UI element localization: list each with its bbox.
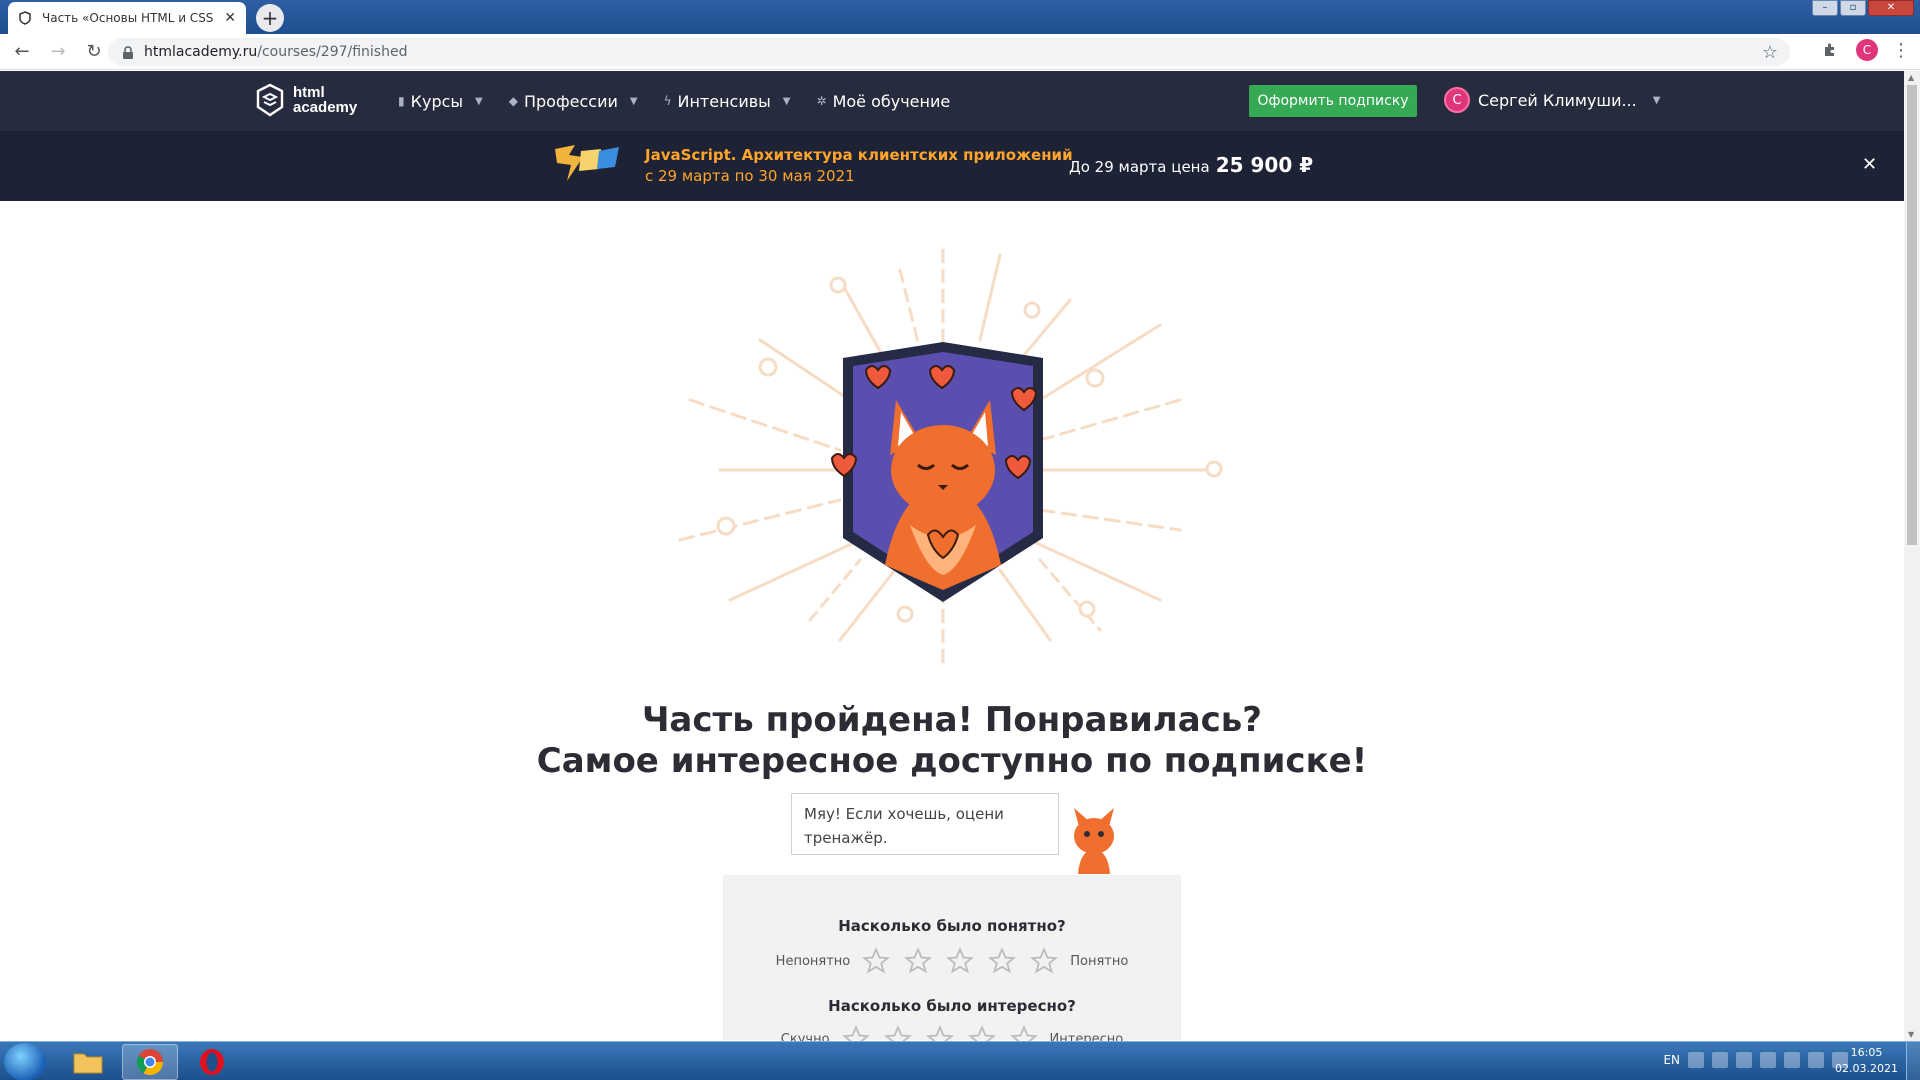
nav-professions[interactable]: ◆ Профессии ▼ <box>509 92 638 111</box>
nav-professions-label: Профессии <box>523 91 618 111</box>
chrome-icon[interactable] <box>122 1044 178 1080</box>
rating-q2-title: Насколько было интересно? <box>828 997 1076 1015</box>
rating-q1-low-label: Непонятно <box>775 953 851 969</box>
logo[interactable]: html academy <box>255 83 357 117</box>
star-icon[interactable] <box>988 947 1017 975</box>
forward-arrow-icon[interactable]: → <box>44 38 72 66</box>
site-header: html academy ▮ Курсы ▼ ◆ Профессии ▼ ϟ И… <box>0 71 1904 131</box>
rating-q1-stars <box>862 947 1059 975</box>
url-path: /courses/297/finished <box>257 44 408 60</box>
main-nav: ▮ Курсы ▼ ◆ Профессии ▼ ϟ Интенсивы ▼ ✲ … <box>398 71 950 131</box>
star-icon[interactable] <box>862 947 891 975</box>
windows-start-icon[interactable] <box>4 1043 46 1080</box>
nav-my-learning[interactable]: ✲ Моё обучение <box>817 92 951 111</box>
logo-text-line2: academy <box>293 99 358 116</box>
page-scrollbar[interactable]: ▲ ▼ <box>1904 71 1920 1041</box>
page-title: Часть пройдена! Понравилась? Самое интер… <box>0 700 1904 782</box>
browser-menu-icon[interactable]: ⋮ <box>1892 40 1910 61</box>
cat-drawing <box>885 400 1001 590</box>
nav-intensives-label: Интенсивы <box>677 91 771 111</box>
reload-icon[interactable]: ↻ <box>80 38 108 66</box>
tray-app-icon[interactable] <box>1688 1052 1704 1068</box>
avatar: С <box>1444 87 1470 113</box>
graduation-cap-icon: ◆ <box>508 94 518 108</box>
clock-time: 16:05 <box>1850 1046 1883 1059</box>
volume-icon[interactable] <box>1808 1052 1824 1068</box>
window-close-icon[interactable]: ✕ <box>1868 0 1914 16</box>
tray-app-icon[interactable] <box>1784 1052 1800 1068</box>
star-icon[interactable] <box>904 947 933 975</box>
chevron-down-icon: ▼ <box>475 95 483 107</box>
nav-my-learning-label: Моё обучение <box>832 91 951 111</box>
browser-tab[interactable]: Часть «Основы HTML и CSS» пр ✕ <box>8 2 246 34</box>
language-indicator[interactable]: EN <box>1663 1053 1680 1067</box>
scroll-up-icon[interactable]: ▲ <box>1908 73 1914 82</box>
promo-price-value: 25 900 ₽ <box>1215 153 1314 177</box>
tray-app-icon[interactable] <box>1736 1052 1752 1068</box>
logo-icon <box>256 83 284 117</box>
promo-banner[interactable]: JavaScript. Архитектура клиентских прило… <box>0 131 1904 201</box>
opera-icon[interactable] <box>184 1044 240 1080</box>
maximize-icon[interactable]: ▫ <box>1840 0 1866 16</box>
lightning-icon: ϟ <box>663 94 672 108</box>
chevron-down-icon: ▼ <box>629 95 638 107</box>
headline-line-2: Самое интересное доступно по подписке! <box>536 741 1368 781</box>
os-taskbar: EN 16:05 02.03.2021 <box>0 1041 1920 1080</box>
bars-icon: ▮ <box>398 94 405 108</box>
promo-price: До 29 марта цена 25 900 ₽ <box>1069 153 1313 177</box>
bookmark-star-icon[interactable]: ☆ <box>1762 42 1778 63</box>
nav-courses[interactable]: ▮ Курсы ▼ <box>398 92 483 111</box>
clock-date: 02.03.2021 <box>1835 1062 1898 1075</box>
browser-tab-strip: Часть «Основы HTML и CSS» пр ✕ + – ▫ ✕ <box>0 0 1920 34</box>
tray-app-icon[interactable] <box>1760 1052 1776 1068</box>
promo-js-logo-icon <box>555 145 619 181</box>
promo-dates: с 29 марта по 30 мая 2021 <box>645 167 855 185</box>
back-arrow-icon[interactable]: ← <box>8 38 36 66</box>
scroll-down-icon[interactable]: ▼ <box>1908 1030 1914 1039</box>
paw-icon: ✲ <box>816 94 827 108</box>
cat-badge-illustration <box>678 248 1223 667</box>
url-host: htmlacademy.ru <box>144 44 258 60</box>
subscribe-button[interactable]: Оформить подписку <box>1249 85 1417 117</box>
close-icon[interactable]: ✕ <box>224 10 236 26</box>
rating-q1-title: Насколько было понятно? <box>838 917 1066 935</box>
folder-icon[interactable] <box>60 1044 116 1080</box>
scroll-thumb[interactable] <box>1907 85 1917 545</box>
close-icon[interactable]: ✕ <box>1862 154 1877 175</box>
rating-q1-row: Непонятно Понятно <box>723 947 1181 975</box>
address-bar[interactable]: htmlacademy.ru/courses/297/finished ☆ <box>108 38 1790 66</box>
tab-title: Часть «Основы HTML и CSS» пр <box>42 11 214 25</box>
chevron-down-icon: ▼ <box>1652 94 1661 106</box>
speech-bubble: Мяу! Если хочешь, оцени тренажёр. <box>791 793 1059 855</box>
new-tab-button[interactable]: + <box>256 4 284 32</box>
lock-icon <box>122 45 134 59</box>
user-name: Сергей Климуши... <box>1478 90 1637 110</box>
extensions-puzzle-icon[interactable] <box>1818 38 1842 62</box>
chevron-down-icon: ▼ <box>782 95 791 107</box>
promo-price-prefix: До 29 марта цена <box>1069 158 1210 176</box>
window-controls: – ▫ ✕ <box>1812 0 1914 16</box>
user-menu[interactable]: С Сергей Климуши... ▼ <box>1444 87 1660 113</box>
rating-panel: Насколько было понятно? Непонятно Понятн… <box>723 875 1181 1052</box>
rating-q1-high-label: Понятно <box>1070 953 1129 969</box>
shield-icon <box>18 11 32 25</box>
star-icon[interactable] <box>1030 947 1059 975</box>
minimize-icon[interactable]: – <box>1812 0 1838 16</box>
system-tray: EN <box>1663 1052 1848 1068</box>
browser-toolbar: ← → ↻ htmlacademy.ru/courses/297/finishe… <box>0 34 1920 70</box>
system-clock[interactable]: 16:05 02.03.2021 <box>1835 1045 1898 1077</box>
cat-mascot-icon <box>1074 808 1114 874</box>
nav-intensives[interactable]: ϟ Интенсивы ▼ <box>664 92 791 111</box>
star-icon[interactable] <box>946 947 975 975</box>
headline-line-1: Часть пройдена! Понравилась? <box>641 700 1263 740</box>
logo-text-line1: html <box>293 84 325 101</box>
show-desktop-button[interactable] <box>1906 1042 1920 1080</box>
network-icon[interactable] <box>1712 1052 1728 1068</box>
browser-profile-avatar[interactable]: С <box>1856 39 1878 61</box>
nav-courses-label: Курсы <box>410 91 464 111</box>
promo-title: JavaScript. Архитектура клиентских прило… <box>645 146 1073 164</box>
